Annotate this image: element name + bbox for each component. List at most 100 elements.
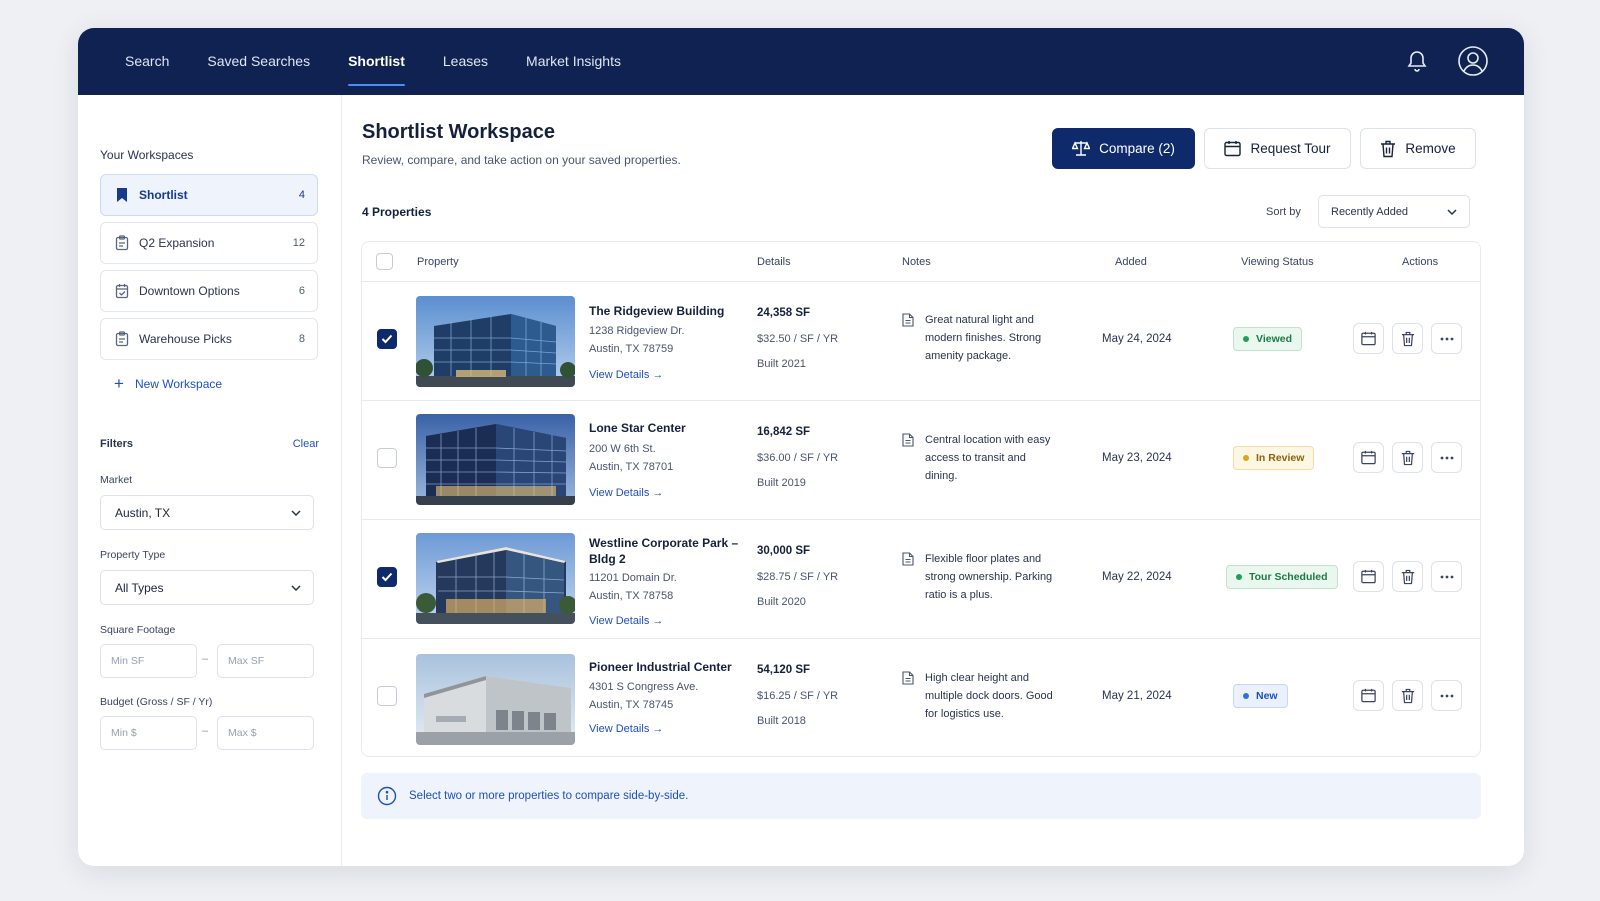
nav-tab-leases[interactable]: Leases <box>443 28 488 95</box>
min-sf-input[interactable] <box>100 644 197 678</box>
sidebar: Your Workspaces Shortlist 4 Q2 Expansion… <box>78 95 342 866</box>
note-icon <box>902 552 914 566</box>
view-details-link[interactable]: View Details → <box>589 723 663 735</box>
workspace-warehouse-picks[interactable]: Warehouse Picks 8 <box>100 318 318 360</box>
status-label: Tour Scheduled <box>1249 571 1328 583</box>
compare-label: Compare (2) <box>1099 141 1175 156</box>
status-dot <box>1243 455 1249 461</box>
property-type-value: All Types <box>115 580 164 595</box>
market-label: Market <box>100 474 133 486</box>
property-name: Pioneer Industrial Center <box>589 660 732 674</box>
property-address-line2: Austin, TX 78759 <box>589 343 674 355</box>
status-badge: Tour Scheduled <box>1226 565 1338 589</box>
property-photo <box>416 296 575 387</box>
property-notes: Great natural light and modern finishes.… <box>925 314 1042 362</box>
date-added: May 23, 2024 <box>1102 452 1172 464</box>
property-address-line2: Austin, TX 78758 <box>589 590 674 602</box>
more-options-button[interactable] <box>1431 323 1462 354</box>
row-checkbox[interactable] <box>377 567 397 587</box>
trash-icon <box>1401 569 1414 584</box>
note-icon <box>902 313 914 327</box>
schedule-button[interactable] <box>1353 442 1384 473</box>
nav-tab-saved-searches[interactable]: Saved Searches <box>207 28 310 95</box>
more-icon <box>1440 456 1453 459</box>
workspace-count: 8 <box>298 333 305 345</box>
property-address-line1: 1238 Ridgeview Dr. <box>589 325 685 337</box>
select-all-checkbox[interactable] <box>376 253 393 270</box>
bookmark-icon <box>117 188 127 202</box>
delete-button[interactable] <box>1392 323 1423 354</box>
market-select[interactable]: Austin, TX <box>100 495 314 530</box>
clipboard-icon <box>115 235 129 251</box>
view-details-link[interactable]: View Details → <box>589 615 663 627</box>
top-icons <box>1398 42 1492 80</box>
property-name: Lone Star Center <box>589 421 686 435</box>
filters-title: Filters <box>100 438 134 450</box>
property-built-year: Built 2020 <box>757 596 806 608</box>
workspaces-title: Your Workspaces <box>100 148 194 162</box>
more-options-button[interactable] <box>1431 561 1462 592</box>
delete-button[interactable] <box>1392 561 1423 592</box>
request-tour-button[interactable]: Request Tour <box>1204 128 1351 169</box>
max-budget-input[interactable] <box>217 716 314 750</box>
property-built-year: Built 2019 <box>757 477 806 489</box>
property-square-feet: 54,120 SF <box>757 664 811 676</box>
row-checkbox[interactable] <box>377 448 397 468</box>
max-sf-input[interactable] <box>217 644 314 678</box>
sort-value: Recently Added <box>1331 205 1409 218</box>
delete-button[interactable] <box>1392 442 1423 473</box>
workspace-count: 6 <box>298 285 305 297</box>
calendar-icon <box>1361 450 1376 465</box>
column-header-viewing-status: Viewing Status <box>1241 256 1314 268</box>
property-notes: Central location with easy access to tra… <box>925 434 1051 482</box>
row-checkbox[interactable] <box>377 686 397 706</box>
property-notes: Flexible floor plates and strong ownersh… <box>925 553 1053 601</box>
chevron-down-icon <box>291 509 301 516</box>
new-workspace-button[interactable]: + New Workspace <box>114 375 223 392</box>
more-options-button[interactable] <box>1431 680 1462 711</box>
schedule-button[interactable] <box>1353 561 1384 592</box>
view-details-link[interactable]: View Details → <box>589 369 663 381</box>
workspace-shortlist[interactable]: Shortlist 4 <box>100 174 318 216</box>
status-label: Viewed <box>1256 333 1292 345</box>
new-workspace-label: New Workspace <box>134 377 223 391</box>
nav-tab-market-insights[interactable]: Market Insights <box>526 28 621 95</box>
delete-button[interactable] <box>1392 680 1423 711</box>
workspace-q2-expansion[interactable]: Q2 Expansion 12 <box>100 222 318 264</box>
user-icon[interactable] <box>1454 42 1492 80</box>
bell-icon[interactable] <box>1398 42 1436 80</box>
more-options-button[interactable] <box>1431 442 1462 473</box>
status-dot <box>1236 574 1242 580</box>
column-header-notes: Notes <box>902 256 931 268</box>
column-header-added: Added <box>1115 256 1147 268</box>
workspace-downtown-options[interactable]: Downtown Options 6 <box>100 270 318 312</box>
nav-tab-search[interactable]: Search <box>125 28 169 95</box>
schedule-button[interactable] <box>1353 680 1384 711</box>
calendar-check-icon <box>115 284 129 299</box>
property-built-year: Built 2018 <box>757 715 806 727</box>
remove-button[interactable]: Remove <box>1360 128 1476 169</box>
row-checkbox[interactable] <box>377 329 397 349</box>
schedule-button[interactable] <box>1353 323 1384 354</box>
square-footage-label: Square Footage <box>100 624 176 636</box>
property-photo <box>416 414 575 505</box>
compare-button[interactable]: Compare (2) <box>1052 128 1195 169</box>
property-address-line1: 4301 S Congress Ave. <box>589 681 699 693</box>
sort-select[interactable]: Recently Added <box>1318 195 1470 228</box>
main-content: Shortlist Workspace Review, compare, and… <box>342 95 1524 866</box>
request-tour-label: Request Tour <box>1250 141 1331 156</box>
view-details-link[interactable]: View Details → <box>589 487 663 499</box>
budget-label: Budget (Gross / SF / Yr) <box>100 696 213 708</box>
workspace-count: 4 <box>298 189 305 201</box>
column-header-details: Details <box>757 256 791 268</box>
property-type-select[interactable]: All Types <box>100 570 314 605</box>
min-budget-input[interactable] <box>100 716 197 750</box>
property-type-label: Property Type <box>100 549 166 561</box>
nav-tab-shortlist[interactable]: Shortlist <box>348 28 405 95</box>
trash-icon <box>1401 688 1414 703</box>
clear-filters-link[interactable]: Clear <box>293 438 319 450</box>
market-value: Austin, TX <box>115 505 171 520</box>
date-added: May 22, 2024 <box>1102 571 1172 583</box>
check-icon <box>381 572 393 582</box>
info-icon <box>377 786 397 806</box>
